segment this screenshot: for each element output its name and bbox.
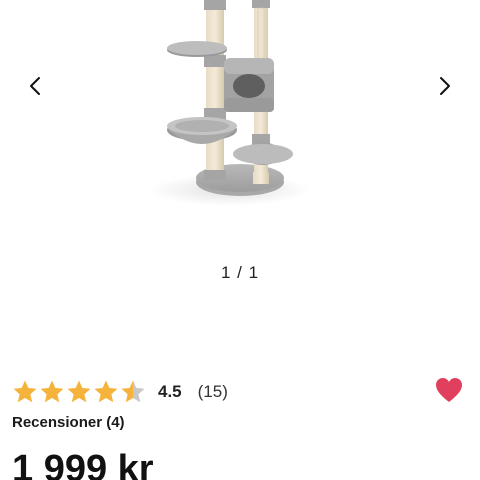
reviews-link[interactable]: Recensioner (4) — [12, 414, 125, 431]
star-icon — [67, 380, 91, 403]
star-rating — [12, 379, 146, 405]
product-image[interactable] — [150, 0, 320, 210]
next-image-button[interactable] — [430, 70, 460, 102]
rating-value: 4.5 — [158, 382, 182, 401]
image-counter: 1 / 1 — [220, 263, 260, 282]
product-gallery: 1 / 1 — [0, 0, 480, 300]
chevron-right-icon — [440, 77, 450, 95]
cat-tree-illustration — [150, 0, 310, 206]
rating-summary[interactable]: 4.5 (15) — [12, 378, 228, 406]
star-icon — [13, 380, 37, 403]
star-icon — [40, 380, 64, 403]
star-icon — [121, 380, 145, 403]
rating-count: (15) — [197, 382, 228, 401]
favorite-button[interactable] — [434, 376, 464, 404]
star-icon — [94, 380, 118, 403]
previous-image-button[interactable] — [20, 70, 50, 102]
product-price: 1 999 kr — [12, 448, 154, 480]
chevron-left-icon — [30, 77, 40, 95]
heart-icon — [436, 378, 462, 402]
